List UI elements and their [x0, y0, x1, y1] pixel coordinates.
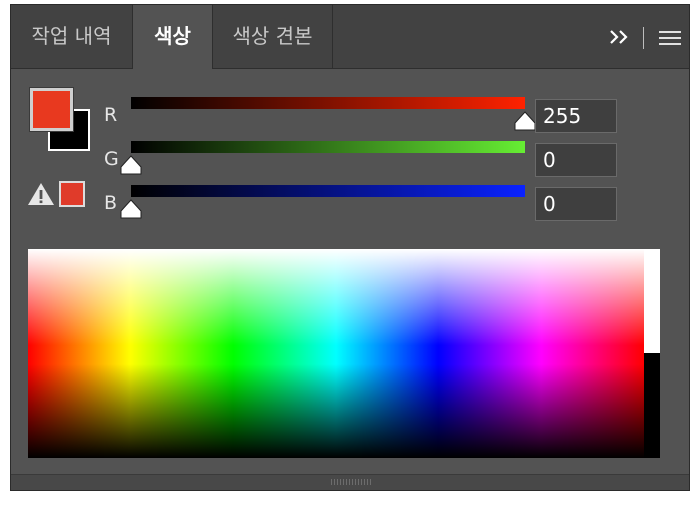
tab-color[interactable]: 색상 [133, 5, 213, 69]
gamut-warning-color-swatch[interactable] [59, 181, 85, 207]
double-chevron-right-icon[interactable] [607, 25, 631, 49]
black-white-ramp[interactable] [644, 249, 660, 458]
tabbar-divider [643, 27, 644, 49]
green-value-field[interactable]: 0 [535, 143, 617, 177]
blue-value-field[interactable]: 0 [535, 187, 617, 221]
tab-swatches[interactable]: 색상 견본 [213, 5, 333, 68]
warning-triangle-icon [27, 181, 55, 207]
red-slider-track[interactable] [131, 97, 525, 109]
spectrum-shade-overlay [28, 249, 644, 458]
color-spectrum-ramp[interactable] [28, 249, 644, 458]
color-panel: 작업 내역 색상 색상 견본 R 255 G 0 B 0 [10, 4, 690, 491]
panel-tab-bar: 작업 내역 색상 색상 견본 [11, 5, 689, 69]
panel-resize-bar[interactable] [11, 475, 689, 490]
green-slider-track[interactable] [131, 141, 525, 153]
tab-history[interactable]: 작업 내역 [11, 5, 133, 68]
hamburger-menu-icon[interactable] [659, 31, 681, 47]
white-swatch[interactable] [644, 249, 660, 353]
resize-grip-icon[interactable] [331, 479, 371, 485]
red-value-field[interactable]: 255 [535, 99, 617, 133]
green-channel-label: G [104, 148, 119, 170]
red-channel-label: R [104, 104, 118, 126]
blue-channel-label: B [104, 192, 118, 214]
blue-slider-thumb[interactable] [119, 199, 143, 219]
foreground-color-swatch[interactable] [29, 87, 74, 132]
green-slider-thumb[interactable] [119, 155, 143, 175]
black-swatch[interactable] [644, 353, 660, 458]
blue-slider-track[interactable] [131, 185, 525, 197]
red-slider-thumb[interactable] [513, 111, 537, 131]
